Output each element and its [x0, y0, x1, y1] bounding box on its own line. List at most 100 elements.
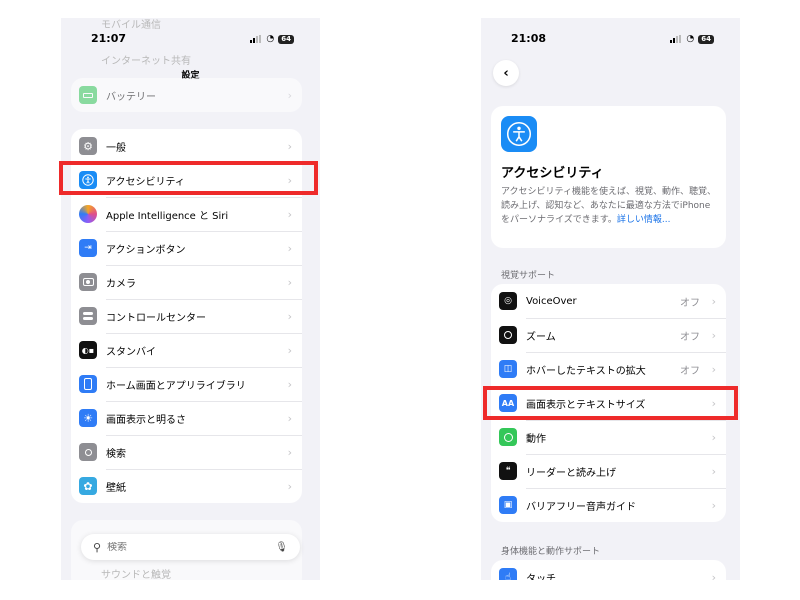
accessibility-icon	[79, 171, 97, 189]
settings-item-label: バッテリー	[106, 91, 156, 103]
vision-item-audio-description[interactable]: ▣ バリアフリー音声ガイド ›	[491, 488, 726, 522]
chevron-right-icon: ›	[711, 430, 716, 444]
search-icon	[79, 443, 97, 461]
faded-row-hotspot: インターネット共有	[101, 56, 191, 67]
section-title-physical: 身体機能と動作サポート	[501, 547, 601, 557]
wifi-icon: ◔	[686, 34, 695, 44]
settings-item-label: 一般	[106, 142, 126, 154]
vision-group: ◎ VoiceOver オフ › ズーム オフ › ◫ ホバーしたテキストの拡大…	[491, 284, 726, 522]
settings-item-label: Apple Intelligence と Siri	[106, 210, 229, 222]
chevron-right-icon: ›	[287, 139, 292, 153]
chevron-right-icon: ›	[711, 362, 716, 376]
faded-row-cellular: モバイル通信	[101, 20, 161, 31]
chevron-right-icon: ›	[287, 377, 292, 391]
signal-icon	[670, 35, 682, 43]
status-time: 21:07	[91, 32, 127, 45]
back-button[interactable]: ‹	[493, 60, 519, 86]
search-icon: ⚲	[93, 540, 102, 554]
vision-item-spoken-content[interactable]: ❝ リーダーと読み上げ ›	[491, 454, 726, 488]
settings-item-label: スタンバイ	[106, 346, 156, 358]
settings-item-display-brightness[interactable]: ☀ 画面表示と明るさ ›	[71, 401, 302, 435]
chevron-right-icon: ›	[287, 173, 292, 187]
status-time: 21:08	[511, 32, 547, 45]
vision-item-label: 動作	[526, 433, 546, 445]
physical-item-touch[interactable]: ☝ タッチ ›	[491, 560, 726, 580]
settings-item-siri[interactable]: Apple Intelligence と Siri ›	[71, 197, 302, 231]
wallpaper-icon: ✿	[79, 477, 97, 495]
settings-screen: モバイル通信 21:07 ◔ 64 インターネット共有 設定 バッテリー › ⚙…	[61, 18, 320, 580]
brightness-icon: ☀	[79, 409, 97, 427]
chevron-right-icon: ›	[711, 294, 716, 308]
microphone-icon[interactable]: 🎙	[275, 542, 288, 553]
chevron-left-icon: ‹	[503, 65, 509, 81]
vision-item-hover-text[interactable]: ◫ ホバーしたテキストの拡大 オフ ›	[491, 352, 726, 386]
settings-item-wallpaper[interactable]: ✿ 壁紙 ›	[71, 469, 302, 503]
zoom-icon	[499, 326, 517, 344]
settings-item-camera[interactable]: カメラ ›	[71, 265, 302, 299]
control-center-icon	[79, 307, 97, 325]
chevron-right-icon: ›	[287, 343, 292, 357]
signal-icon	[250, 35, 262, 43]
vision-item-label: 画面表示とテキストサイズ	[526, 399, 646, 411]
spoken-content-icon: ❝	[499, 462, 517, 480]
accessibility-header-card: アクセシビリティ アクセシビリティ機能を使えば、視覚、動作、聴覚、読み上げ、認知…	[491, 106, 726, 248]
vision-item-voiceover[interactable]: ◎ VoiceOver オフ ›	[491, 284, 726, 318]
chevron-right-icon: ›	[711, 464, 716, 478]
search-bar[interactable]: ⚲ 🎙	[81, 534, 300, 560]
chevron-right-icon: ›	[711, 328, 716, 342]
accessibility-icon	[501, 116, 537, 152]
chevron-right-icon: ›	[287, 411, 292, 425]
status-indicators: ◔ 64	[670, 34, 714, 44]
settings-item-action-button[interactable]: ⇥ アクションボタン ›	[71, 231, 302, 265]
chevron-right-icon: ›	[287, 88, 292, 102]
vision-item-label: リーダーと読み上げ	[526, 467, 616, 479]
hover-text-icon: ◫	[499, 360, 517, 378]
settings-item-label: カメラ	[106, 278, 136, 290]
status-indicators: ◔ 64	[250, 34, 294, 44]
settings-item-accessibility[interactable]: アクセシビリティ ›	[71, 163, 302, 197]
settings-item-battery[interactable]: バッテリー ›	[71, 78, 302, 112]
settings-item-label: 壁紙	[106, 482, 126, 494]
section-title-vision: 視覚サポート	[501, 271, 556, 281]
gear-icon: ⚙	[79, 137, 97, 155]
chevron-right-icon: ›	[711, 396, 716, 410]
settings-item-label: アクションボタン	[106, 244, 186, 256]
chevron-right-icon: ›	[287, 207, 292, 221]
chevron-right-icon: ›	[287, 241, 292, 255]
settings-item-control-center[interactable]: コントロールセンター ›	[71, 299, 302, 333]
settings-item-label: 画面表示と明るさ	[106, 414, 186, 426]
vision-item-value: オフ	[680, 365, 700, 377]
chevron-right-icon: ›	[287, 479, 292, 493]
settings-item-label: 検索	[106, 448, 126, 460]
settings-item-search[interactable]: 検索 ›	[71, 435, 302, 469]
battery-group: バッテリー ›	[71, 78, 302, 112]
standby-icon: ◐▪	[79, 341, 97, 359]
settings-item-standby[interactable]: ◐▪ スタンバイ ›	[71, 333, 302, 367]
settings-item-general[interactable]: ⚙ 一般 ›	[71, 129, 302, 163]
settings-item-home-screen[interactable]: ホーム画面とアプリライブラリ ›	[71, 367, 302, 401]
battery-setting-icon	[79, 86, 97, 104]
settings-item-label: コントロールセンター	[106, 312, 206, 324]
accessibility-screen: 21:08 ◔ 64 ‹ アクセシビリティ アクセシビリティ機能を使えば、視覚、…	[481, 18, 740, 580]
action-button-icon: ⇥	[79, 239, 97, 257]
search-input[interactable]	[107, 541, 276, 553]
settings-group: ⚙ 一般 › アクセシビリティ › Apple Intelligence と S…	[71, 129, 302, 503]
battery-icon: 64	[698, 34, 714, 44]
settings-item-label: アクセシビリティ	[106, 176, 185, 188]
settings-item-label: ホーム画面とアプリライブラリ	[106, 380, 246, 392]
physical-group: ☝ タッチ ›	[491, 560, 726, 580]
chevron-right-icon: ›	[287, 275, 292, 289]
physical-item-label: タッチ	[526, 573, 556, 581]
vision-item-zoom[interactable]: ズーム オフ ›	[491, 318, 726, 352]
vision-item-text-size[interactable]: AA 画面表示とテキストサイズ ›	[491, 386, 726, 420]
vision-item-value: オフ	[680, 297, 700, 309]
vision-item-motion[interactable]: 動作 ›	[491, 420, 726, 454]
touch-icon: ☝	[499, 568, 517, 580]
chevron-right-icon: ›	[711, 570, 716, 581]
page-description: アクセシビリティ機能を使えば、視覚、動作、聴覚、読み上げ、認知など、あなたに最適…	[501, 185, 716, 227]
camera-icon	[79, 273, 97, 291]
motion-icon	[499, 428, 517, 446]
chevron-right-icon: ›	[287, 309, 292, 323]
vision-item-label: ホバーしたテキストの拡大	[526, 365, 646, 377]
learn-more-link[interactable]: 詳しい情報...	[617, 215, 671, 225]
